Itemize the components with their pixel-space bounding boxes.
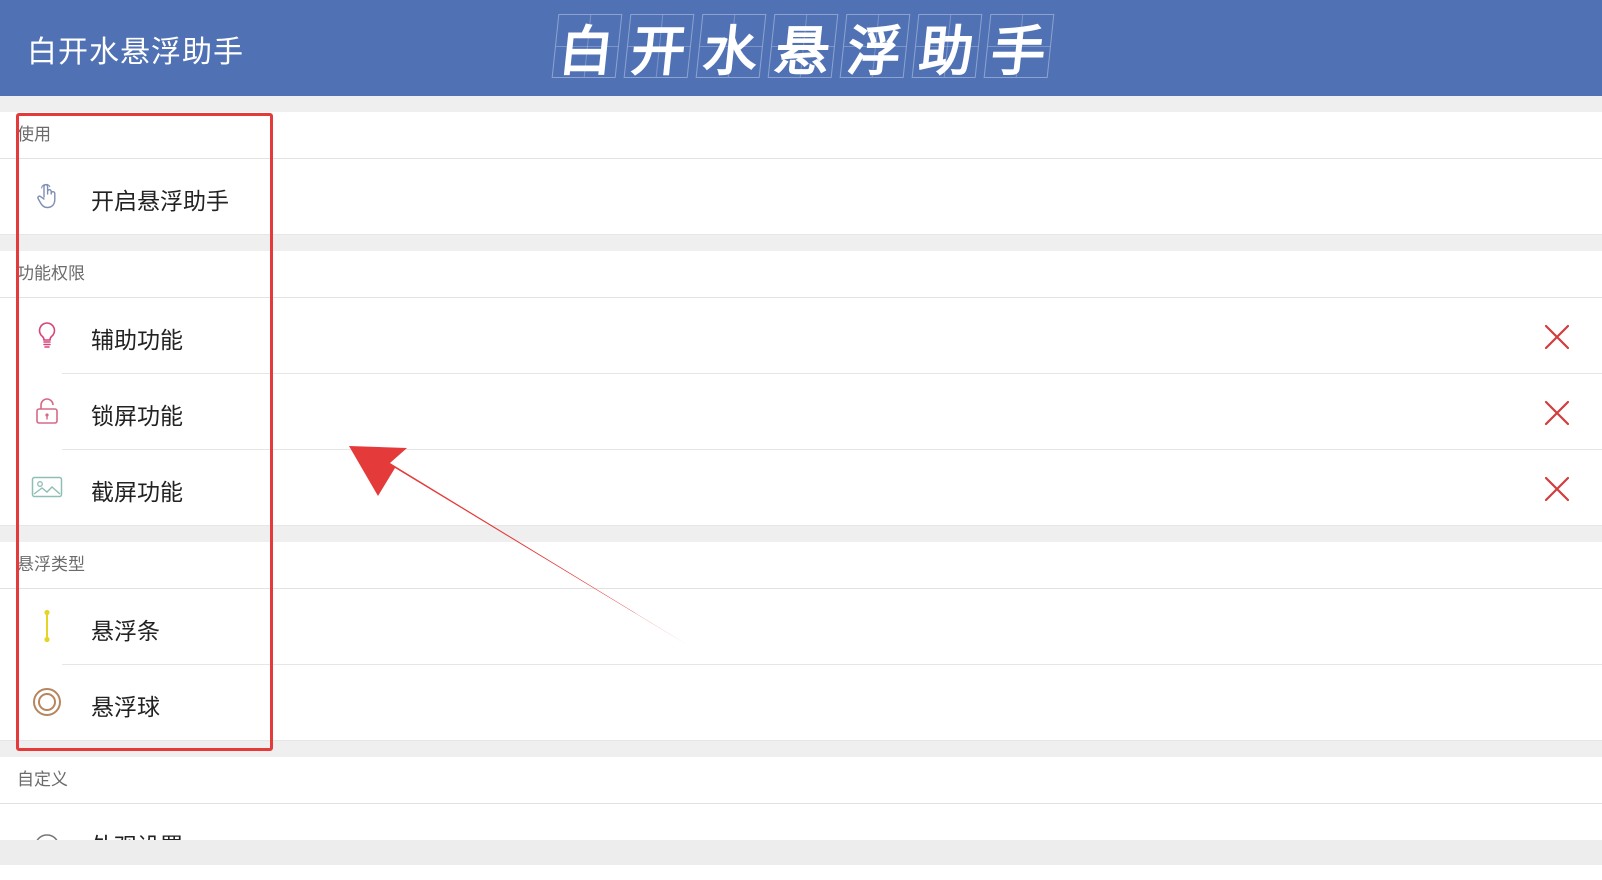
brand-char: 水 <box>695 14 767 83</box>
app-title: 白开水悬浮助手 <box>27 35 244 70</box>
brand-char: 浮 <box>839 14 911 83</box>
close-x-status-icon <box>1544 400 1570 426</box>
close-x-status-icon <box>1544 324 1570 350</box>
app-window: 白开水悬浮助手 白 开 水 悬 浮 助 手 使用 开启悬浮助手 功能权限 辅助功… <box>0 0 1602 880</box>
bottom-strip <box>0 840 1602 865</box>
app-header: 白开水悬浮助手 白 开 水 悬 浮 助 手 <box>0 0 1602 96</box>
brand-char: 悬 <box>767 14 839 83</box>
brand-char: 白 <box>551 14 623 83</box>
brand-calligraphy: 白 开 水 悬 浮 助 手 <box>551 14 1055 84</box>
annotation-highlight-box <box>16 113 273 751</box>
section-gap <box>0 96 1602 112</box>
section-title-customize: 自定义 <box>0 757 1602 804</box>
close-x-status-icon <box>1544 476 1570 502</box>
brand-char: 开 <box>623 14 695 83</box>
brand-char: 助 <box>911 14 983 83</box>
brand-char: 手 <box>983 14 1055 83</box>
